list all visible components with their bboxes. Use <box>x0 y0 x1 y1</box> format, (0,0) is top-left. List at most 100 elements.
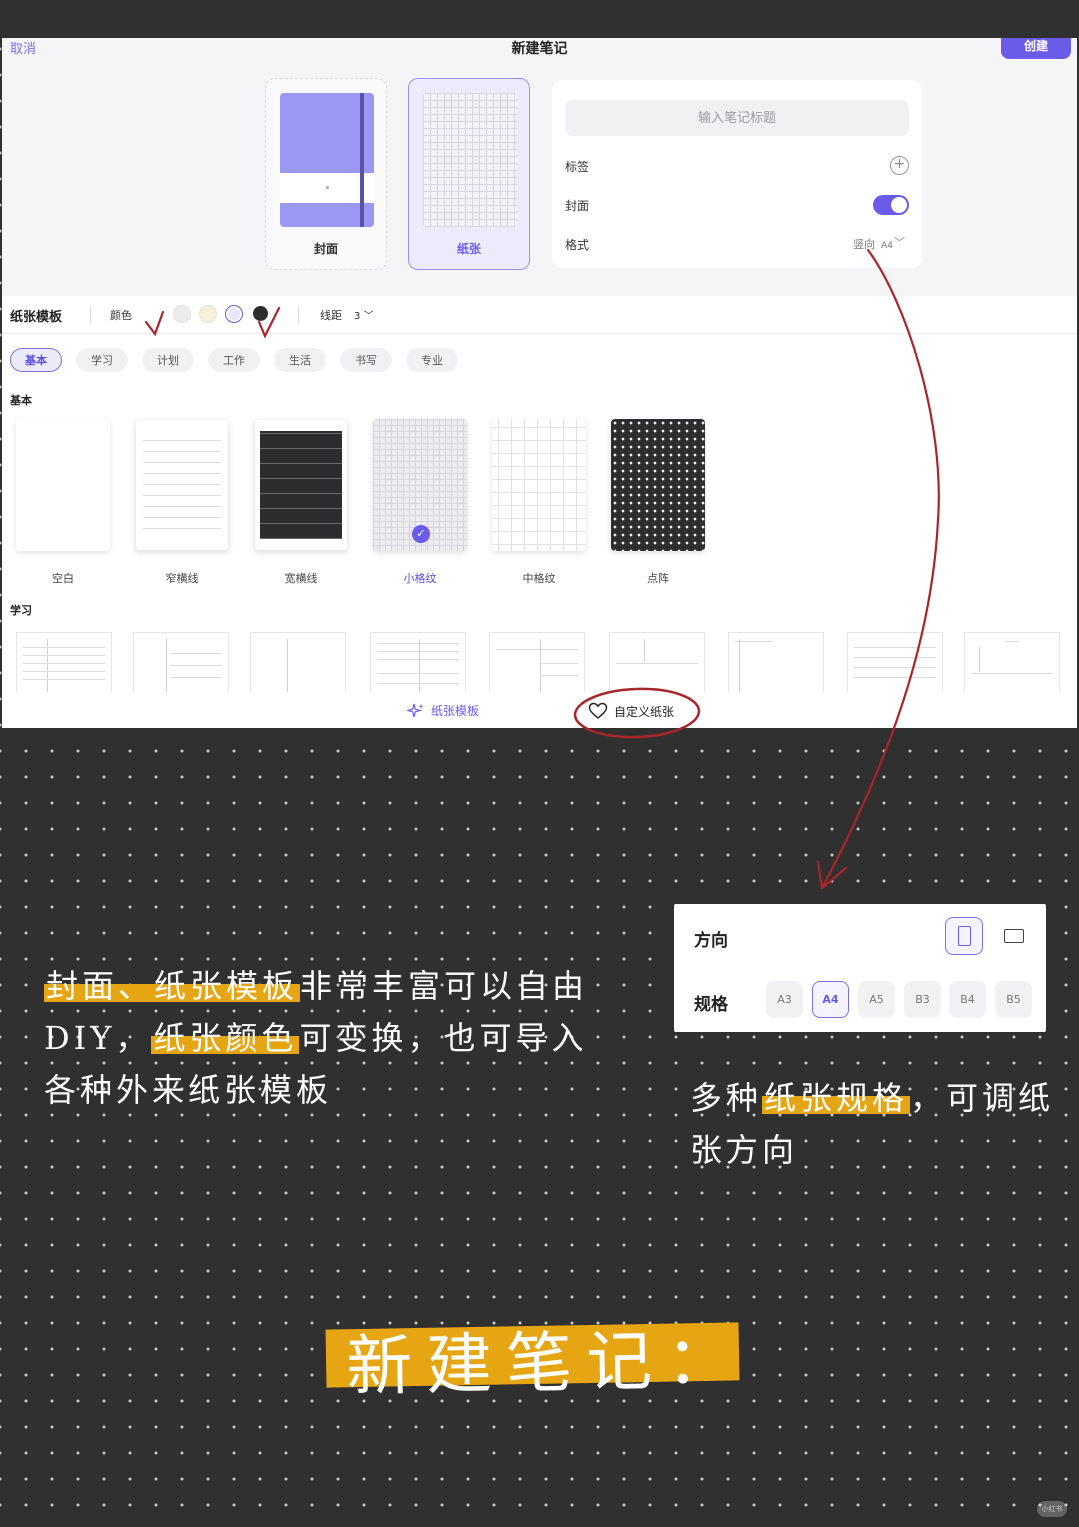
format-selector[interactable]: 竖向 A4 <box>853 236 893 252</box>
study-template-thumb[interactable] <box>609 632 705 692</box>
dialog-title: 新建笔记 <box>511 41 568 57</box>
template-blank[interactable] <box>16 419 110 551</box>
template-label: 空白 <box>52 572 74 585</box>
line-spacing-selector[interactable]: 3 ﹀ <box>354 307 374 322</box>
tab-professional[interactable]: 专业 <box>406 348 458 372</box>
cover-toggle[interactable] <box>873 195 909 215</box>
tab-basic[interactable]: 基本 <box>10 348 62 372</box>
template-wide-lines[interactable] <box>254 419 348 551</box>
paper-template-panel: 纸张模板 颜色 线距 3 ﹀ 基本 学习 计划 工作 生活 书写 专业 基本 ✓ <box>2 296 1077 728</box>
add-tag-plus-icon[interactable]: + <box>890 156 909 175</box>
tab-life[interactable]: 生活 <box>274 348 326 372</box>
caption-right: 多种纸张规格，可调纸张方向 <box>690 1072 1060 1176</box>
format-size: A4 <box>881 241 893 251</box>
template-label: 窄横线 <box>165 572 199 585</box>
color-swatch-black[interactable] <box>253 306 268 321</box>
tab-study[interactable]: 学习 <box>76 348 128 372</box>
line-spacing-label: 线距 <box>320 309 342 322</box>
top-dark-strip <box>0 0 1079 38</box>
watermark-logo: 小红书 <box>1037 1501 1067 1517</box>
study-template-thumb[interactable] <box>133 632 229 692</box>
study-template-thumb[interactable] <box>964 632 1060 692</box>
color-swatch-gray[interactable] <box>173 305 191 323</box>
study-template-thumb[interactable] <box>847 632 943 692</box>
big-title-text: 新建笔记： <box>345 1321 747 1406</box>
note-title-input[interactable] <box>565 100 909 136</box>
color-label: 颜色 <box>110 309 132 322</box>
template-narrow-lines[interactable] <box>135 419 229 551</box>
size-button-b4[interactable]: B4 <box>949 981 986 1018</box>
orientation-label: 方向 <box>694 931 728 951</box>
landscape-orientation-button[interactable] <box>995 917 1033 955</box>
custom-paper-tab[interactable]: 自定义纸张 <box>588 702 674 720</box>
study-template-thumb[interactable] <box>728 632 824 692</box>
cover-card-label: 封面 <box>313 242 338 256</box>
paper-card-label: 纸张 <box>456 242 481 256</box>
big-title-banner: 新建笔记： <box>325 1321 747 1405</box>
study-template-thumb[interactable] <box>370 632 466 692</box>
size-label: 规格 <box>694 995 728 1015</box>
format-row: 格式 竖向 A4 ﹀ <box>565 234 909 254</box>
template-toolbar: 纸张模板 颜色 线距 3 ﹀ <box>2 296 1077 334</box>
template-panel-title: 纸张模板 <box>10 310 63 325</box>
section-title-basic: 基本 <box>10 394 32 407</box>
size-button-a4[interactable]: A4 <box>812 981 849 1018</box>
paper-preview <box>423 93 517 227</box>
color-swatch-lavender[interactable] <box>225 305 243 323</box>
format-label: 格式 <box>565 238 590 252</box>
study-template-thumb[interactable] <box>489 632 585 692</box>
caption-left: 封面、纸张模板非常丰富可以自由DIY，纸张颜色可变换，也可导入各种外来纸张模板 <box>44 960 604 1116</box>
selected-check-icon: ✓ <box>412 525 430 543</box>
tab-work[interactable]: 工作 <box>208 348 260 372</box>
caption-highlight: 纸张颜色 <box>151 1019 300 1057</box>
custom-paper-tab-label: 自定义纸张 <box>614 704 675 719</box>
cover-row: 封面 <box>565 195 909 215</box>
portrait-icon <box>957 926 971 946</box>
landscape-icon <box>1004 929 1024 943</box>
study-template-thumb[interactable] <box>16 632 112 692</box>
sparkle-icon <box>407 703 424 717</box>
cover-card[interactable]: 封面 <box>265 78 387 270</box>
template-label-selected: 小格纹 <box>403 572 437 585</box>
heart-icon <box>588 702 608 719</box>
note-settings-form: 标签 + 封面 格式 竖向 A4 ﹀ <box>552 80 922 268</box>
caption-highlight: 纸张规格 <box>762 1079 911 1117</box>
template-dot-grid[interactable] <box>611 419 705 551</box>
size-button-a5[interactable]: A5 <box>858 981 895 1018</box>
format-orientation: 竖向 <box>853 238 876 251</box>
template-small-grid[interactable]: ✓ <box>373 419 467 551</box>
line-spacing-value: 3 <box>354 311 361 322</box>
arrow-head-annotation <box>816 860 848 890</box>
template-label: 宽横线 <box>284 572 318 585</box>
chevron-down-icon: ﹀ <box>363 311 374 322</box>
caption-highlight: 封面、纸张模板 <box>44 967 301 1005</box>
template-label: 中格纹 <box>522 572 556 585</box>
tab-writing[interactable]: 书写 <box>340 348 392 372</box>
tab-plan[interactable]: 计划 <box>142 348 194 372</box>
size-button-b5[interactable]: B5 <box>995 981 1032 1018</box>
chevron-down-icon: ﹀ <box>894 236 905 249</box>
size-button-a3[interactable]: A3 <box>766 981 803 1018</box>
caption-text: 多种 <box>690 1079 763 1117</box>
size-button-b3[interactable]: B3 <box>904 981 941 1018</box>
template-category-tabs: 基本 学习 计划 工作 生活 书写 专业 <box>10 348 458 372</box>
create-button[interactable]: 创建 <box>1001 38 1071 59</box>
color-swatch-yellow[interactable] <box>199 305 217 323</box>
template-medium-grid[interactable] <box>492 419 586 551</box>
section-title-study: 学习 <box>10 604 32 617</box>
paper-card[interactable]: 纸张 <box>408 78 530 270</box>
divider <box>298 306 299 323</box>
paper-template-tab-label: 纸张模板 <box>431 704 480 718</box>
portrait-orientation-button[interactable] <box>945 917 983 955</box>
cover-label: 封面 <box>565 199 590 213</box>
dialog-header: 取消 新建笔记 创建 <box>2 38 1077 62</box>
new-note-dialog: 取消 新建笔记 创建 封面 纸张 标签 + 封面 格式 竖向 A4 ﹀ <box>2 38 1077 728</box>
paper-template-tab[interactable]: 纸张模板 <box>407 702 479 719</box>
template-label: 点阵 <box>647 572 669 585</box>
bottom-tab-bar: 纸张模板 自定义纸张 <box>2 692 1077 728</box>
cover-preview <box>280 93 374 227</box>
paper-format-popover: 方向 规格 A3 A4 A5 B3 B4 B5 <box>674 904 1046 1032</box>
study-template-thumb[interactable] <box>250 632 346 692</box>
tags-row: 标签 + <box>565 156 909 176</box>
divider <box>90 306 91 323</box>
